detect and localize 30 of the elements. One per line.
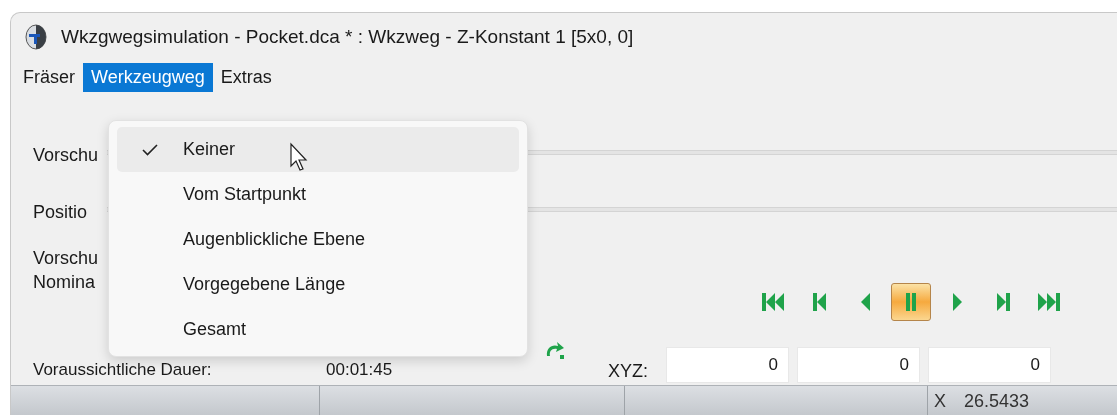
last-icon (1038, 293, 1060, 311)
next-icon (996, 293, 1010, 311)
play-icon (952, 293, 962, 311)
coordinate-value: 26.5433 (964, 390, 1030, 412)
menu-option[interactable]: Augenblickliche Ebene (117, 217, 519, 262)
menu-option[interactable]: Vom Startpunkt (117, 172, 519, 217)
menu-option[interactable]: Keiner (117, 127, 519, 172)
prev-icon (812, 293, 826, 311)
coordinate-field[interactable]: 0 (928, 347, 1051, 383)
field-label: Vorschu (32, 144, 100, 167)
window-title: Wkzgwegsimulation - Pocket.dca * : Wkzweg - Z-Konstant 1 [5x0, 0] (61, 25, 634, 48)
first-icon (762, 293, 784, 311)
menu-item[interactable]: Werkzeugweg (83, 62, 213, 92)
back-icon (860, 293, 870, 311)
coordinate-field[interactable]: 0 (797, 347, 920, 383)
app-logo-icon (25, 23, 47, 50)
axis-label: X (934, 390, 946, 412)
duration-label: Voraussichtliche Dauer: (33, 360, 213, 380)
field-label: Positio (32, 201, 89, 224)
xyz-label: XYZ: (608, 361, 648, 382)
menu-option[interactable]: Vorgegebene Länge (117, 262, 519, 307)
duration-value: 00:01:45 (326, 360, 394, 380)
coordinate-field[interactable]: 0 (666, 347, 789, 383)
pause-button[interactable] (891, 283, 931, 321)
menu-item[interactable]: Fräser (15, 62, 83, 92)
field-label: Vorschu (32, 247, 100, 270)
menu-item[interactable]: Extras (212, 62, 280, 92)
pause-icon (906, 293, 916, 311)
menu-option[interactable]: Gesamt (117, 307, 519, 352)
field-label: Nomina (32, 271, 97, 294)
